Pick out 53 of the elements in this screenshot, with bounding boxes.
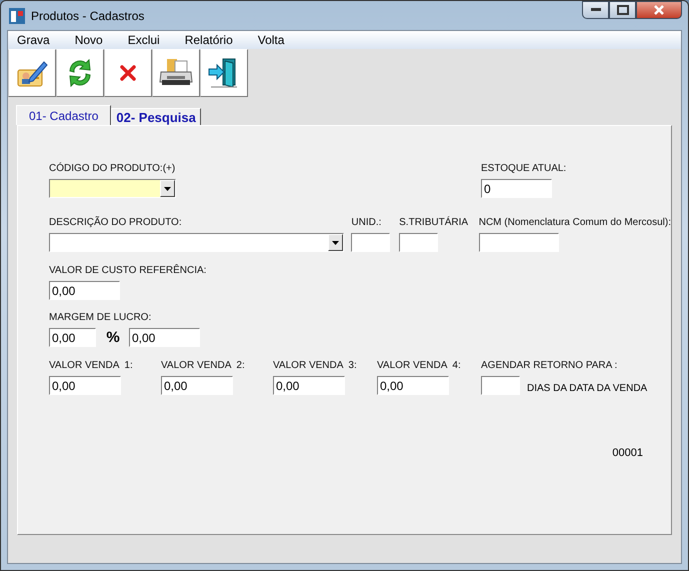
close-button[interactable] (636, 1, 682, 19)
printer-icon (159, 58, 193, 88)
field-label: CÓDIGO DO PRODUTO:(+) (49, 163, 176, 176)
close-icon (119, 64, 137, 82)
tab[interactable]: 02- Pesquisa (111, 108, 201, 125)
input-field[interactable]: 0,00 (49, 281, 120, 300)
input-field[interactable] (399, 233, 438, 252)
dropdown-field[interactable] (49, 179, 176, 198)
toolbar-button[interactable] (200, 49, 248, 97)
input-field[interactable] (478, 233, 559, 252)
menu-item[interactable]: Exclui (120, 33, 167, 47)
field-label: VALOR VENDA 2: (161, 360, 246, 373)
window-title: Produtos - Cadastros (31, 8, 146, 22)
toolbar-button[interactable] (152, 49, 200, 97)
tab[interactable]: 01- Cadastro (16, 105, 112, 125)
field-label: VALOR VENDA 1: (49, 360, 134, 373)
input-field[interactable] (481, 376, 520, 395)
input-field[interactable]: 0 (481, 179, 552, 198)
maximize-button[interactable] (609, 1, 636, 19)
menu-item[interactable]: Grava (10, 33, 57, 47)
toolbar-button[interactable] (56, 49, 104, 97)
app-icon (9, 8, 25, 24)
input-field[interactable]: 0,00 (129, 328, 200, 347)
input-field[interactable]: 0,00 (273, 376, 345, 395)
field-label: VALOR VENDA 4: (377, 360, 462, 373)
toolbar-button[interactable] (8, 49, 56, 97)
input-field[interactable]: 0,00 (161, 376, 233, 395)
record-number: 00001 (612, 447, 643, 459)
field-label: NCM (Nomenclatura Comum do Mercosul): (478, 217, 671, 230)
field-label: S.TRIBUTÁRIA (399, 217, 470, 230)
input-field[interactable] (351, 233, 390, 252)
field-label: UNID.: (351, 217, 382, 230)
close-icon (653, 4, 665, 16)
field-label: MARGEM DE LUCRO: (49, 312, 152, 325)
menu-item[interactable]: Volta (250, 33, 292, 47)
input-field[interactable]: 0,00 (377, 376, 449, 395)
minimize-button[interactable] (582, 1, 609, 19)
field-label: ESTOQUE ATUAL: (481, 163, 566, 176)
input-field[interactable]: 0,00 (49, 376, 121, 395)
field-suffix: DIAS DA DATA DA VENDA (527, 383, 648, 394)
menu-item[interactable]: Novo (68, 33, 110, 47)
minimize-icon (590, 8, 600, 12)
percent-sign: % (105, 328, 121, 347)
dropdown-field[interactable] (49, 233, 344, 252)
caret-icon (332, 240, 339, 244)
menu-item[interactable]: Relatório (178, 33, 240, 47)
field-label: VALOR VENDA 3: (273, 360, 358, 373)
input-field[interactable]: 0,00 (49, 328, 96, 347)
field-label: DESCRIÇÃO DO PRODUTO: (49, 217, 183, 230)
maximize-icon (616, 5, 628, 15)
field-label: VALOR DE CUSTO REFERÊNCIA: (49, 265, 206, 278)
field-label: AGENDAR RETORNO PARA : (481, 360, 618, 373)
caret-icon (164, 186, 171, 190)
